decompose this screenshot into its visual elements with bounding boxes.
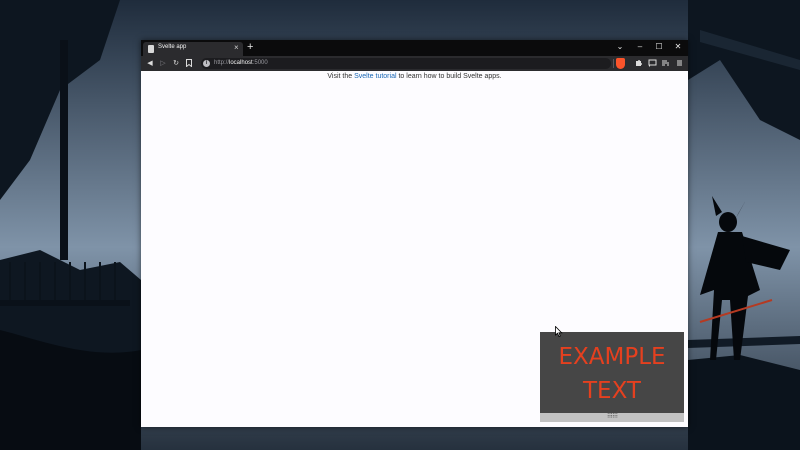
example-text-overlay[interactable]: EXAMPLE TEXT ⠿⠿⠿ [540,332,684,422]
puzzle-icon[interactable] [634,58,644,69]
menu-icon[interactable] [674,58,684,69]
drag-handle[interactable]: ⠿⠿⠿ [540,413,684,422]
toolbar-divider [613,59,614,68]
back-icon[interactable]: ◀ [145,58,155,69]
page-icon [148,45,154,53]
forward-icon[interactable]: ▷ [158,58,168,69]
tab-search-icon[interactable]: ⌄ [611,40,629,54]
reload-icon[interactable]: ↻ [171,58,181,69]
close-window-button[interactable]: ✕ [669,40,687,54]
overlay-text: EXAMPLE TEXT [558,344,666,404]
tab-title: Svelte app [158,44,187,50]
site-info-icon[interactable]: i [203,60,210,67]
title-bar: Svelte app × + ⌄ – ☐ ✕ [141,40,688,56]
maximize-button[interactable]: ☐ [650,40,668,54]
reading-list-icon[interactable] [660,58,670,69]
tab-close-icon[interactable]: × [234,43,239,53]
url-text[interactable]: http://localhost:5000 [214,59,268,68]
bookmark-icon[interactable] [184,58,194,69]
tab-svelte-app[interactable]: Svelte app × [143,42,243,56]
cast-icon[interactable] [647,58,657,69]
mouse-cursor-icon [555,324,563,342]
intro-text: Visit the Svelte tutorial to learn how t… [327,73,502,80]
brave-shields-icon[interactable] [616,58,625,69]
address-bar[interactable]: i http://localhost:5000 [201,58,611,69]
svelte-tutorial-link[interactable]: Svelte tutorial [354,73,396,80]
new-tab-button[interactable]: + [247,41,253,54]
minimize-button[interactable]: – [631,40,649,54]
browser-toolbar: ◀ ▷ ↻ i http://localhost:5000 [141,56,688,71]
